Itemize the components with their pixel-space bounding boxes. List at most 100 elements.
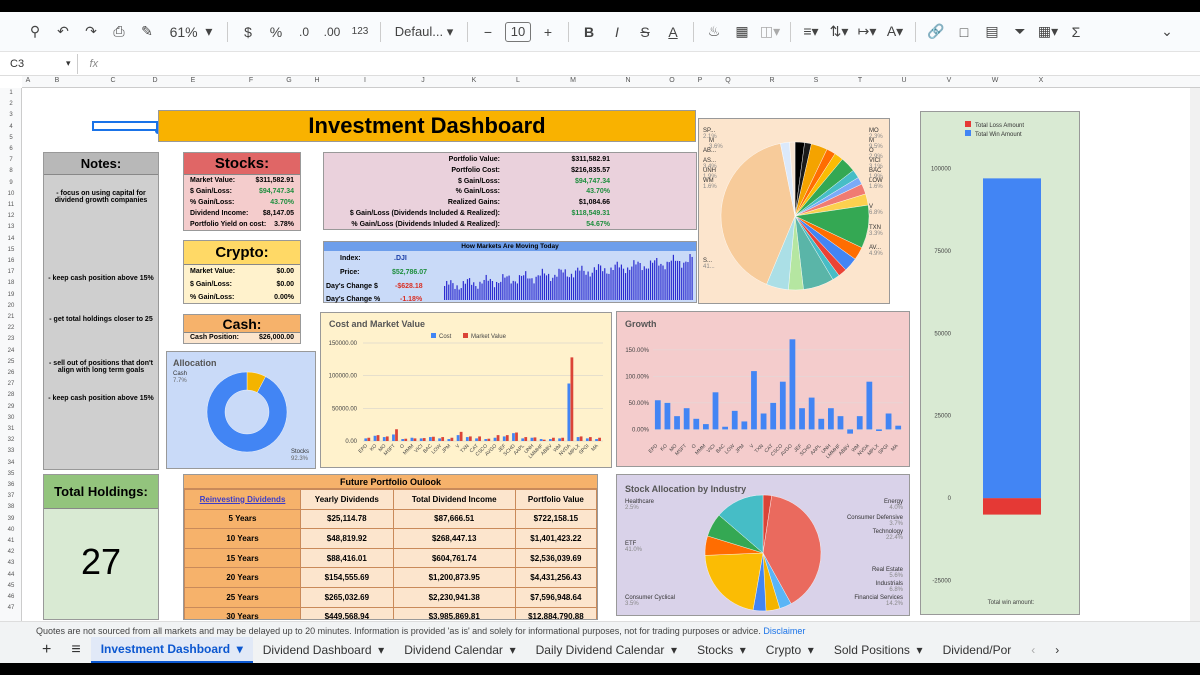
more-formats-button[interactable]: 123 bbox=[349, 19, 371, 45]
total-holdings-panel: Total Holdings: 27 bbox=[43, 474, 159, 620]
note-item: - keep cash position above 15% bbox=[48, 395, 154, 402]
y-tick: 75000 bbox=[934, 249, 951, 255]
link-icon[interactable]: 🔗 bbox=[925, 19, 947, 45]
functions-icon[interactable]: Σ bbox=[1065, 19, 1087, 45]
add-sheet-button[interactable]: + bbox=[32, 637, 61, 663]
total-holdings-title: Total Holdings: bbox=[44, 475, 158, 509]
sparkline-bar bbox=[506, 276, 508, 300]
stat-row: Market Value: $311,582.91 bbox=[184, 175, 300, 186]
print-icon[interactable]: ⎙ bbox=[108, 19, 130, 45]
y-tick: 50000.00 bbox=[332, 406, 358, 412]
sparkline-bar bbox=[604, 268, 606, 300]
paint-format-icon[interactable]: ✎ bbox=[136, 19, 158, 45]
merge-cells-icon[interactable]: ◫▾ bbox=[759, 19, 781, 45]
table-cell: $1,200,873.95 bbox=[392, 567, 516, 588]
sparkline-bar bbox=[464, 283, 466, 300]
stat-row: $ Gain/Loss: $94,747.34 bbox=[184, 186, 300, 197]
row-header: 47 bbox=[7, 605, 15, 612]
filter-views-icon[interactable]: ▦▾ bbox=[1037, 19, 1059, 45]
redo-icon[interactable]: ↷ bbox=[80, 19, 102, 45]
tab-label: Dividend Dashboard bbox=[262, 643, 372, 657]
pie-value-label: 3.3% bbox=[869, 231, 883, 237]
font-value: Defaul... bbox=[394, 24, 444, 39]
comment-icon[interactable]: □ bbox=[953, 19, 975, 45]
tab-dividend-dashboard[interactable]: Dividend Dashboard ▾ bbox=[253, 637, 394, 663]
industry-value-label: 5.6% bbox=[889, 573, 903, 579]
zoom-select[interactable]: 61% ▾ bbox=[164, 19, 218, 45]
sparkline-bar bbox=[641, 270, 643, 300]
sparkline-bar bbox=[600, 265, 602, 300]
borders-icon[interactable]: ▦ bbox=[731, 19, 753, 45]
row-header: 27 bbox=[7, 381, 15, 388]
wrap-icon[interactable]: ↦▾ bbox=[856, 19, 878, 45]
holdings-pie-chart: SP... 2.1% M 3.6% AB... AS... 3.4% UNH 1.9% WM 1.6… bbox=[698, 118, 890, 304]
market-bar bbox=[395, 429, 398, 441]
legend-label: Total Loss Amount bbox=[975, 123, 1024, 129]
tab-investment-dashboard[interactable]: Investment Dashboard ▾ bbox=[90, 637, 253, 663]
stat-row: % Gain/Loss: 0.00% bbox=[184, 291, 300, 304]
growth-bar bbox=[693, 418, 700, 430]
tab-dividend-por[interactable]: Dividend/Por bbox=[933, 637, 1022, 663]
markets-panel: How Markets Are Moving Today Index: .DJI… bbox=[323, 241, 697, 303]
chart-icon[interactable]: ▤ bbox=[981, 19, 1003, 45]
percent-button[interactable]: % bbox=[265, 19, 287, 45]
table-cell: 30 Years bbox=[184, 606, 301, 619]
sparkline-bar bbox=[458, 289, 460, 300]
industry-chart: Stock Allocation by Industry Healthcare 2… bbox=[616, 474, 910, 616]
market-bar bbox=[588, 437, 592, 441]
sparkline-bar bbox=[618, 267, 620, 300]
tab-dividend-calendar[interactable]: Dividend Calendar ▾ bbox=[394, 637, 525, 663]
index-value[interactable]: .DJI bbox=[394, 255, 407, 262]
sparkline-bar bbox=[460, 288, 462, 300]
currency-button[interactable]: $ bbox=[237, 19, 259, 45]
tabs-scroll-right-icon[interactable]: › bbox=[1045, 637, 1069, 663]
column-header: A bbox=[25, 77, 31, 84]
tab-crypto[interactable]: Crypto ▾ bbox=[756, 637, 824, 663]
total-holdings-value: 27 bbox=[80, 541, 122, 582]
collapse-toolbar-icon[interactable]: ⌄ bbox=[1156, 19, 1178, 45]
row-header: 46 bbox=[7, 594, 15, 600]
align-icon[interactable]: ≡▾ bbox=[800, 19, 822, 45]
table-header: Portfolio Value bbox=[514, 489, 597, 510]
sparkline-bar bbox=[510, 283, 512, 300]
undo-icon[interactable]: ↶ bbox=[52, 19, 74, 45]
sheet-grid[interactable]: Investment Dashboard Notes: - focus on u… bbox=[22, 88, 1190, 621]
vertical-scrollbar[interactable] bbox=[1190, 88, 1200, 621]
tab-stocks[interactable]: Stocks ▾ bbox=[687, 637, 756, 663]
sparkline-bar bbox=[674, 260, 677, 300]
crypto-rows: Market Value: $0.00 $ Gain/Loss: $0.00 % Gai… bbox=[184, 265, 300, 304]
rotate-icon[interactable]: A▾ bbox=[884, 19, 906, 45]
name-box-dropdown-icon[interactable]: ▾ bbox=[66, 58, 71, 69]
tab-daily-dividend-calendar[interactable]: Daily Dividend Calendar ▾ bbox=[526, 637, 687, 663]
italic-button[interactable]: I bbox=[606, 19, 628, 45]
sparkline-bar bbox=[556, 276, 558, 300]
strikethrough-button[interactable]: S bbox=[634, 19, 656, 45]
name-box[interactable]: C3 bbox=[0, 58, 66, 70]
tab-sold-positions[interactable]: Sold Positions ▾ bbox=[824, 637, 933, 663]
text-color-button[interactable]: A bbox=[662, 19, 684, 45]
table-cell: 10 Years bbox=[184, 528, 301, 549]
all-sheets-icon[interactable]: ≡ bbox=[61, 637, 90, 663]
font-select[interactable]: Defaul... ▾ bbox=[390, 19, 458, 45]
market-bar bbox=[459, 431, 463, 441]
column-header: F bbox=[248, 77, 254, 84]
tabs-scroll-left-icon[interactable]: ‹ bbox=[1021, 637, 1045, 663]
cost-bar bbox=[410, 437, 414, 441]
decrease-decimal-button[interactable]: .0 bbox=[293, 19, 315, 45]
table-cell: $449,568.94 bbox=[300, 606, 394, 619]
sparkline-bar bbox=[572, 277, 575, 300]
bold-button[interactable]: B bbox=[578, 19, 600, 45]
fill-color-icon[interactable]: ♨ bbox=[703, 19, 725, 45]
disclaimer-link[interactable]: Disclaimer bbox=[763, 626, 805, 636]
x-tick: MA bbox=[590, 443, 600, 453]
font-size-decrease[interactable]: − bbox=[477, 19, 499, 45]
selected-cell[interactable] bbox=[92, 121, 158, 131]
filter-icon[interactable]: ⏷ bbox=[1009, 19, 1031, 45]
tab-label: Crypto bbox=[765, 643, 802, 657]
search-icon[interactable]: ⚲ bbox=[24, 19, 46, 45]
valign-icon[interactable]: ⇅▾ bbox=[828, 19, 850, 45]
increase-decimal-button[interactable]: .00 bbox=[321, 19, 343, 45]
font-size-increase[interactable]: + bbox=[537, 19, 559, 45]
font-size-input[interactable]: 10 bbox=[505, 21, 531, 42]
day-change-label: Day's Change $ bbox=[326, 283, 378, 290]
